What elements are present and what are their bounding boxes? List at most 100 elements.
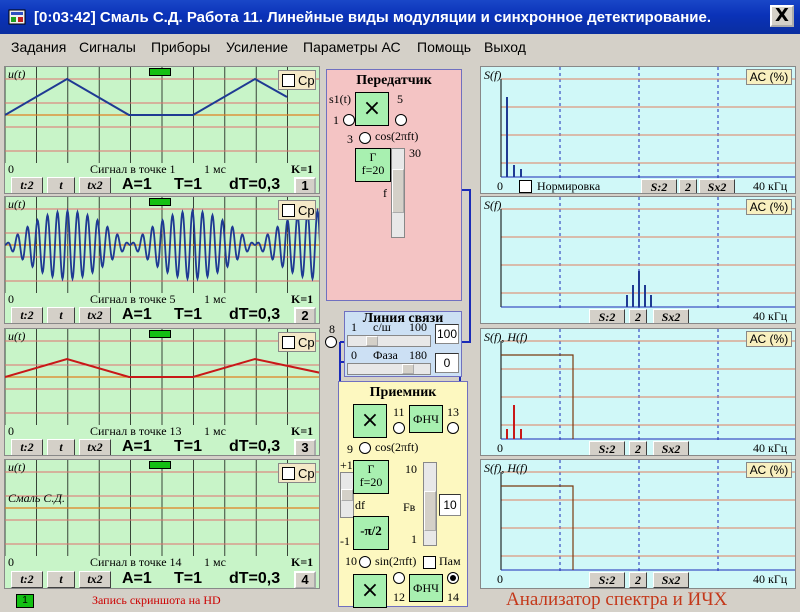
signal-trace-1 [5,77,288,116]
receiver-generator: Гf=20 [353,460,389,494]
menu-item-analyzer-params[interactable]: Параметры АС [303,39,401,55]
spectrum-double-button[interactable]: Sx2 [653,572,689,588]
spectrum-double-button[interactable]: Sx2 [699,179,735,193]
freq-origin: 0 [497,441,503,455]
spectrum-half-button[interactable]: S:2 [589,309,625,323]
signal-caption: Сигнал в точке 5 [90,292,176,306]
time-half-button[interactable]: t:2 [11,307,43,323]
frequency-slider[interactable] [391,148,405,238]
spectrum-half-button[interactable]: S:2 [641,179,677,193]
fv-slider[interactable] [423,462,437,546]
close-button[interactable]: X [770,5,794,27]
watermark-name: Смаль С.Д. [8,491,65,505]
gain-k: K=1 [291,555,314,569]
osc-trigger-indicator [149,461,171,469]
spectrum-grid [500,67,795,179]
memory-checkbox[interactable] [423,556,436,569]
spectrum-reset-button[interactable]: 2 [679,179,697,193]
analyzer-ac-button[interactable]: АС (%) [746,199,792,215]
analyzer-ac-button[interactable]: АС (%) [746,462,792,478]
node-1-probe[interactable] [343,114,355,126]
df-label: df [355,498,365,512]
spectrum-half-button[interactable]: S:2 [589,441,625,455]
receiver-multiplier-i: × [353,404,387,438]
average-checkbox[interactable]: Ср [278,200,316,220]
time-half-button[interactable]: t:2 [11,571,43,588]
time-double-button[interactable]: tx2 [79,571,111,588]
time-half-button[interactable]: t:2 [11,177,43,193]
time-reset-button[interactable]: t [47,307,75,323]
menu-item-tasks[interactable]: Задания [11,39,66,55]
phase-value[interactable]: 0 [435,353,459,373]
channel-number-button[interactable]: 2 [294,307,316,323]
snr-slider[interactable] [347,335,431,347]
menu-item-signals[interactable]: Сигналы [79,39,136,55]
fv-value[interactable]: 10 [439,494,461,516]
spectrum-reset-button[interactable]: 2 [629,572,647,588]
window-title: [0:03:42] Смаль С.Д. Работа 11. Линейные… [34,9,712,26]
menu-item-help[interactable]: Помощь [417,39,471,55]
df-slider[interactable] [340,472,354,518]
node-9-probe[interactable] [359,442,371,454]
average-checkbox[interactable]: Ср [278,463,316,483]
frequency-label: f [383,186,387,200]
spectrum-half-button[interactable]: S:2 [589,572,625,588]
spectrum-reset-button[interactable]: 2 [629,441,647,455]
app-window: [0:03:42] Смаль С.Д. Работа 11. Линейные… [0,0,800,612]
spectrum-reset-button[interactable]: 2 [629,309,647,323]
menu-bar: Задания Сигналы Приборы Усиление Парамет… [0,34,800,60]
node-8-probe[interactable] [325,336,337,348]
df-minus-label: -1 [340,534,350,548]
spectrum-double-button[interactable]: Sx2 [653,441,689,455]
time-double-button[interactable]: tx2 [79,439,111,455]
phase-slider[interactable] [347,363,431,375]
time-reset-button[interactable]: t [47,177,75,193]
analyzer-ac-button[interactable]: АС (%) [746,69,792,85]
node-13-probe[interactable] [447,422,459,434]
time-half-button[interactable]: t:2 [11,439,43,455]
dt-readout: dT=0,3 [229,176,281,193]
channel-number-button[interactable]: 1 [294,177,316,193]
average-checkbox[interactable]: Ср [278,332,316,352]
osc-trigger-indicator [149,330,171,338]
spectrum-double-button[interactable]: Sx2 [653,309,689,323]
signal-trace-3 [5,357,319,378]
osc-y-label: u(t) [8,67,26,81]
node-11-probe[interactable] [393,422,405,434]
node-12-probe[interactable] [393,572,405,584]
time-double-button[interactable]: tx2 [79,307,111,323]
receiver-multiplier-q: × [353,574,387,608]
node-8-label: 8 [329,322,335,336]
node-3-probe[interactable] [359,132,371,144]
osc-grid [5,67,319,163]
spectrum-label: S(f) [484,68,502,82]
node-5-probe[interactable] [395,114,407,126]
time-reset-button[interactable]: t [47,571,75,588]
channel-number-button[interactable]: 3 [294,439,316,455]
freq-origin: 0 [497,179,503,193]
average-checkbox[interactable]: Ср [278,70,316,90]
gain-k: K=1 [291,162,314,176]
analyzer-ac-button[interactable]: АС (%) [746,331,792,347]
phase-shift-button[interactable]: -π/2 [353,516,389,550]
amplitude-readout: A=1 [122,570,152,587]
oscilloscope-2: u(t) Ср 0 Сигнал в точке 5 1 мс K=1 t:2 … [4,196,320,324]
menu-item-instruments[interactable]: Приборы [151,39,210,55]
period-readout: T=1 [174,176,203,193]
carrier-cos-label: cos(2πft) [375,129,419,143]
node-14-probe[interactable] [447,572,459,584]
channel-number-button[interactable]: 4 [294,571,316,588]
time-reset-button[interactable]: t [47,439,75,455]
spectrum-grid [500,197,795,309]
node-10-probe[interactable] [359,556,371,568]
period-readout: T=1 [174,438,203,455]
node-1-label: 1 [333,113,339,127]
signal-caption: Сигнал в точке 1 [90,162,176,176]
normalize-checkbox[interactable] [519,180,532,193]
amplitude-readout: A=1 [122,306,152,323]
menu-item-exit[interactable]: Выход [484,39,526,55]
menu-item-gain[interactable]: Усиление [226,39,288,55]
snr-value[interactable]: 100 [435,324,459,344]
time-double-button[interactable]: tx2 [79,177,111,193]
spectrum-panel-3: S(f), H(f) АС (%) 0 S:2 2 Sx2 40 кГц [480,328,796,456]
